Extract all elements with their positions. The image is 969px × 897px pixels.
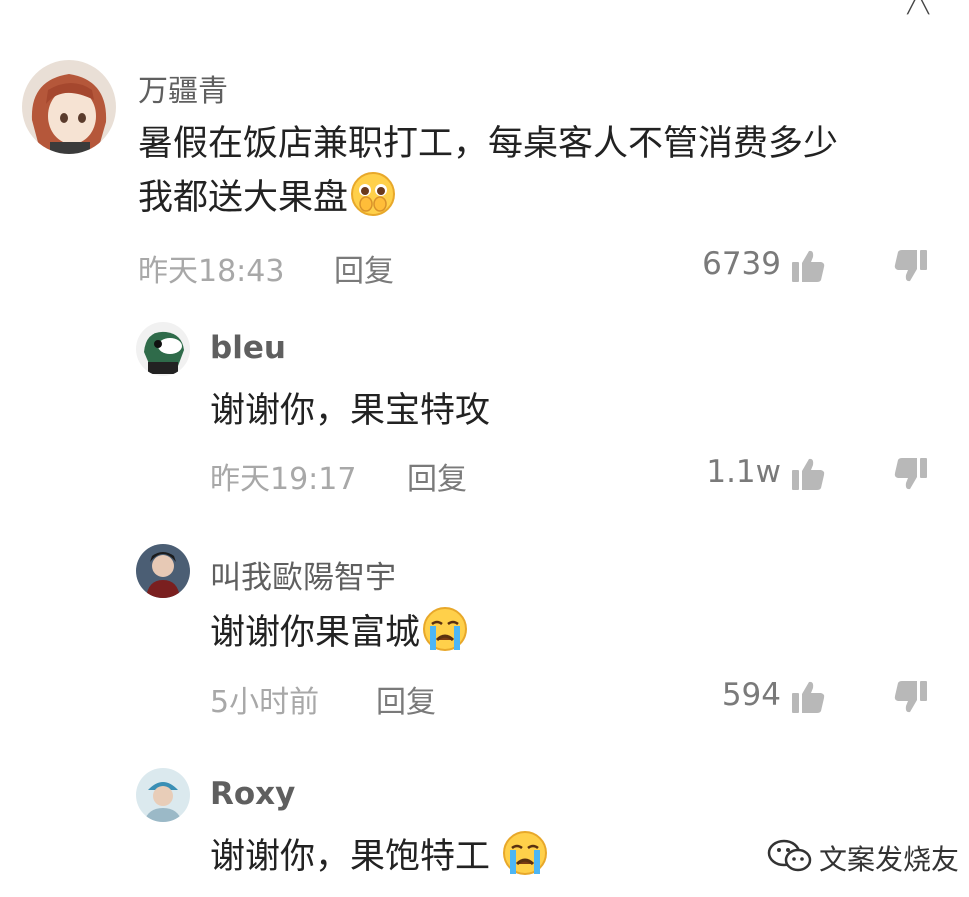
cartoon-avatar-image <box>136 322 190 376</box>
comment-text-body: 谢谢你果富城 <box>210 613 421 653</box>
comment-text-body: 谢谢你，果饱特工 <box>210 837 491 877</box>
reply-button[interactable]: 回复 <box>407 454 467 498</box>
comment-text-line: 暑假在饭店兼职打工，每桌客人不管消费多少 <box>138 124 839 164</box>
comment-text: 谢谢你，果饱特工 <box>210 830 548 892</box>
thumbs-up-icon[interactable] <box>790 679 826 715</box>
comment-username[interactable]: 万疆青 <box>138 66 228 110</box>
comment-text-line-2: 我都送大果盘 <box>138 178 349 219</box>
watermark: 文案发烧友 <box>767 838 959 878</box>
crying-face-icon <box>422 606 468 668</box>
avatar[interactable] <box>136 544 190 598</box>
thumbs-down-icon[interactable] <box>893 456 929 492</box>
avatar[interactable] <box>136 322 190 376</box>
comment-item: 万疆青 暑假在饭店兼职打工，每桌客人不管消费多少 我都送大果盘 昨天18:43 … <box>0 0 969 300</box>
anime-avatar-image <box>22 60 116 154</box>
comment-text: 谢谢你果富城 <box>210 606 468 668</box>
photo-avatar-image <box>136 768 190 822</box>
avatar[interactable] <box>136 768 190 822</box>
comment-text-line: 我都送大果盘 <box>138 171 838 233</box>
wechat-icon <box>767 838 813 878</box>
pleading-face-icon <box>350 171 396 233</box>
comment-timestamp: 昨天19:17 <box>210 462 357 497</box>
avatar[interactable] <box>22 60 116 154</box>
watermark-text: 文案发烧友 <box>819 843 960 876</box>
comment-timestamp: 昨天18:43 <box>138 254 285 289</box>
comment-username[interactable]: 叫我歐陽智宇 <box>210 552 396 597</box>
comment-text: 暑假在饭店兼职打工，每桌客人不管消费多少 我都送大果盘 <box>138 117 838 234</box>
person-avatar-image <box>136 544 190 598</box>
thumbs-down-icon[interactable] <box>893 248 929 284</box>
reply-button[interactable]: 回复 <box>376 677 436 721</box>
comment-text: 谢谢你，果宝特攻 <box>210 391 491 431</box>
like-count: 6739 <box>702 246 781 282</box>
like-count: 594 <box>721 677 781 713</box>
comment-username[interactable]: bleu <box>210 330 286 366</box>
thumbs-down-icon[interactable] <box>893 679 929 715</box>
comment-timestamp: 5小时前 <box>210 685 320 720</box>
crying-face-icon <box>502 830 548 892</box>
thumbs-up-icon[interactable] <box>790 456 826 492</box>
like-count: 1.1w <box>706 454 781 490</box>
thumbs-up-icon[interactable] <box>790 248 826 284</box>
reply-button[interactable]: 回复 <box>334 246 394 290</box>
comment-username[interactable]: Roxy <box>210 776 295 812</box>
